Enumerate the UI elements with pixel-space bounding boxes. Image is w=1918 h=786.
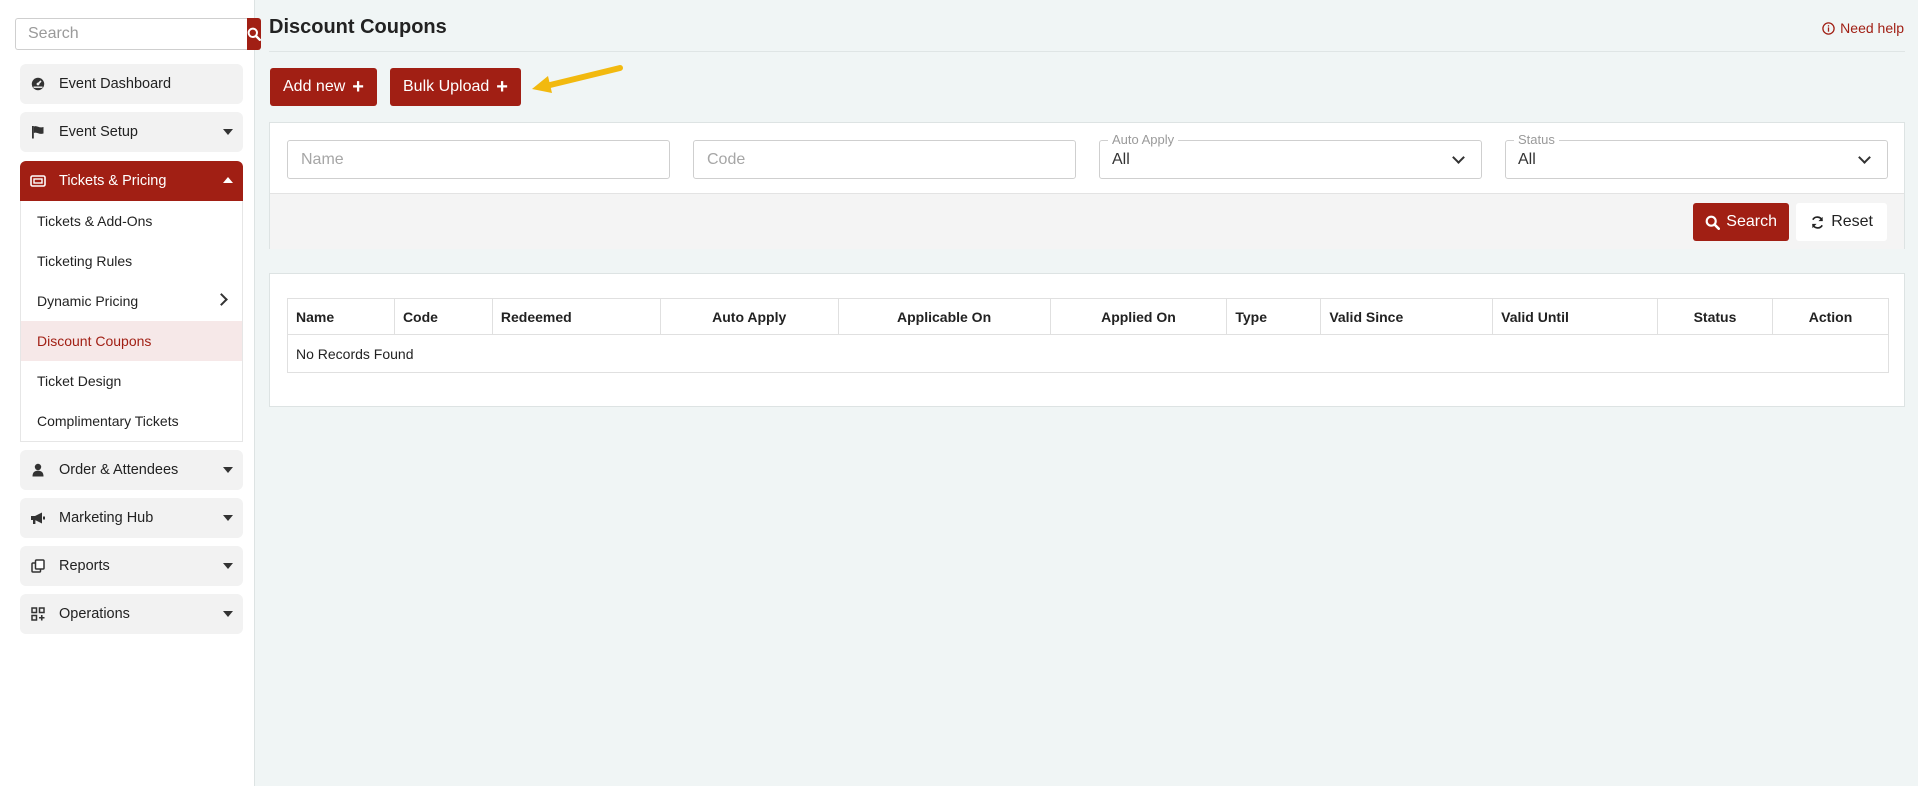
auto-apply-select[interactable]: Auto Apply All — [1099, 132, 1482, 179]
nav-event-setup[interactable]: Event Setup — [20, 112, 243, 152]
plus-icon: + — [352, 76, 364, 98]
column-header-auto-apply[interactable]: Auto Apply — [659, 298, 839, 335]
code-filter-field — [693, 140, 1076, 179]
submenu-ticketing-rules[interactable]: Ticketing Rules — [21, 241, 242, 281]
add-new-label: Add new — [283, 78, 346, 95]
filter-actions-bar: Search Reset — [270, 193, 1904, 249]
submenu-complimentary-tickets[interactable]: Complimentary Tickets — [21, 401, 242, 441]
submenu-ticket-design[interactable]: Ticket Design — [21, 361, 242, 401]
nav-tickets-pricing[interactable]: Tickets & Pricing — [20, 161, 243, 201]
page-title: Discount Coupons — [269, 16, 447, 38]
name-filter-field — [287, 140, 670, 179]
column-header-code[interactable]: Code — [393, 298, 493, 335]
search-icon — [1705, 215, 1721, 230]
nav-label: Reports — [59, 558, 110, 574]
coupons-table: Name Code Redeemed Auto Apply Applicable… — [287, 298, 1890, 373]
empty-state-text: No Records Found — [287, 334, 1889, 373]
search-icon — [247, 27, 261, 41]
auto-apply-label: Auto Apply — [1108, 132, 1179, 147]
bulk-upload-label: Bulk Upload — [403, 78, 490, 95]
submenu-label: Tickets & Add-Ons — [37, 213, 153, 229]
dashboard-icon — [30, 76, 46, 92]
submenu-label: Ticket Design — [37, 373, 122, 389]
table-row: No Records Found — [287, 334, 1889, 373]
submenu-label: Dynamic Pricing — [37, 293, 139, 309]
search-button-label: Search — [1726, 213, 1777, 230]
submenu-label: Ticketing Rules — [37, 253, 133, 269]
grid-plus-icon — [30, 606, 46, 622]
add-new-button[interactable]: Add new + — [270, 68, 377, 106]
nav-marketing-hub[interactable]: Marketing Hub — [20, 498, 243, 538]
nav-label: Tickets & Pricing — [59, 173, 167, 189]
nav-reports[interactable]: Reports — [20, 546, 243, 586]
need-help-link[interactable]: Need help — [1822, 20, 1904, 36]
submenu-label: Discount Coupons — [37, 333, 152, 349]
code-filter-input[interactable] — [694, 141, 1075, 178]
reset-button[interactable]: Reset — [1796, 203, 1887, 241]
nav-operations[interactable]: Operations — [20, 594, 243, 634]
sidebar: Event Dashboard Event Setup Tickets & Pr… — [0, 0, 261, 786]
column-header-valid-until[interactable]: Valid Until — [1492, 298, 1659, 335]
sidebar-search-input[interactable] — [15, 18, 247, 50]
submenu-tickets-addons[interactable]: Tickets & Add-Ons — [21, 201, 242, 241]
sidebar-search — [15, 18, 261, 50]
flag-icon — [30, 124, 46, 140]
sidebar-search-button[interactable] — [247, 18, 261, 50]
nav-event-dashboard[interactable]: Event Dashboard — [20, 64, 243, 104]
search-button[interactable]: Search — [1693, 203, 1789, 241]
caret-down-icon — [223, 515, 233, 521]
chevron-down-icon — [1452, 151, 1465, 164]
caret-down-icon — [223, 563, 233, 569]
column-header-type[interactable]: Type — [1226, 298, 1322, 335]
status-label: Status — [1514, 132, 1559, 147]
column-header-applicable-on[interactable]: Applicable On — [837, 298, 1051, 335]
column-header-valid-since[interactable]: Valid Since — [1320, 298, 1494, 335]
nav-label: Operations — [59, 606, 130, 622]
name-filter-input[interactable] — [288, 141, 669, 178]
status-select[interactable]: Status All — [1505, 132, 1888, 179]
user-icon — [30, 462, 46, 478]
column-header-name[interactable]: Name — [287, 298, 395, 335]
submenu-label: Complimentary Tickets — [37, 413, 179, 429]
info-icon — [1822, 21, 1835, 35]
megaphone-icon — [30, 510, 46, 526]
title-divider — [269, 51, 1905, 52]
coupons-table-panel: Name Code Redeemed Auto Apply Applicable… — [269, 273, 1905, 407]
bulk-upload-button[interactable]: Bulk Upload + — [390, 68, 521, 106]
caret-down-icon — [223, 467, 233, 473]
nav-label: Event Dashboard — [59, 76, 172, 92]
need-help-label: Need help — [1840, 20, 1904, 36]
reset-button-label: Reset — [1831, 213, 1873, 230]
table-header-row: Name Code Redeemed Auto Apply Applicable… — [287, 298, 1890, 335]
chevron-right-icon — [215, 293, 228, 306]
auto-apply-value: All — [1112, 151, 1130, 168]
column-header-applied-on[interactable]: Applied On — [1049, 298, 1228, 335]
status-value: All — [1518, 151, 1536, 168]
chevron-down-icon — [1858, 151, 1871, 164]
column-header-redeemed[interactable]: Redeemed — [491, 298, 661, 335]
submenu-discount-coupons[interactable]: Discount Coupons — [21, 321, 242, 361]
submenu-dynamic-pricing[interactable]: Dynamic Pricing — [21, 281, 242, 321]
column-header-status[interactable]: Status — [1657, 298, 1773, 335]
nav-label: Event Setup — [59, 124, 138, 140]
caret-down-icon — [223, 129, 233, 135]
nav-order-attendees[interactable]: Order & Attendees — [20, 450, 243, 490]
refresh-icon — [1812, 215, 1824, 229]
caret-down-icon — [223, 611, 233, 617]
plus-icon: + — [496, 76, 508, 98]
copy-icon — [30, 558, 46, 574]
column-header-action: Action — [1771, 298, 1890, 335]
nav-label: Order & Attendees — [59, 462, 179, 478]
tickets-submenu: Tickets & Add-Ons Ticketing Rules Dynami… — [20, 201, 243, 442]
nav-label: Marketing Hub — [59, 510, 154, 526]
ticket-icon — [30, 173, 46, 189]
filter-panel: Auto Apply All Status All Search Reset — [269, 122, 1905, 249]
annotation-arrow-icon — [532, 65, 623, 93]
caret-up-icon — [223, 177, 233, 183]
